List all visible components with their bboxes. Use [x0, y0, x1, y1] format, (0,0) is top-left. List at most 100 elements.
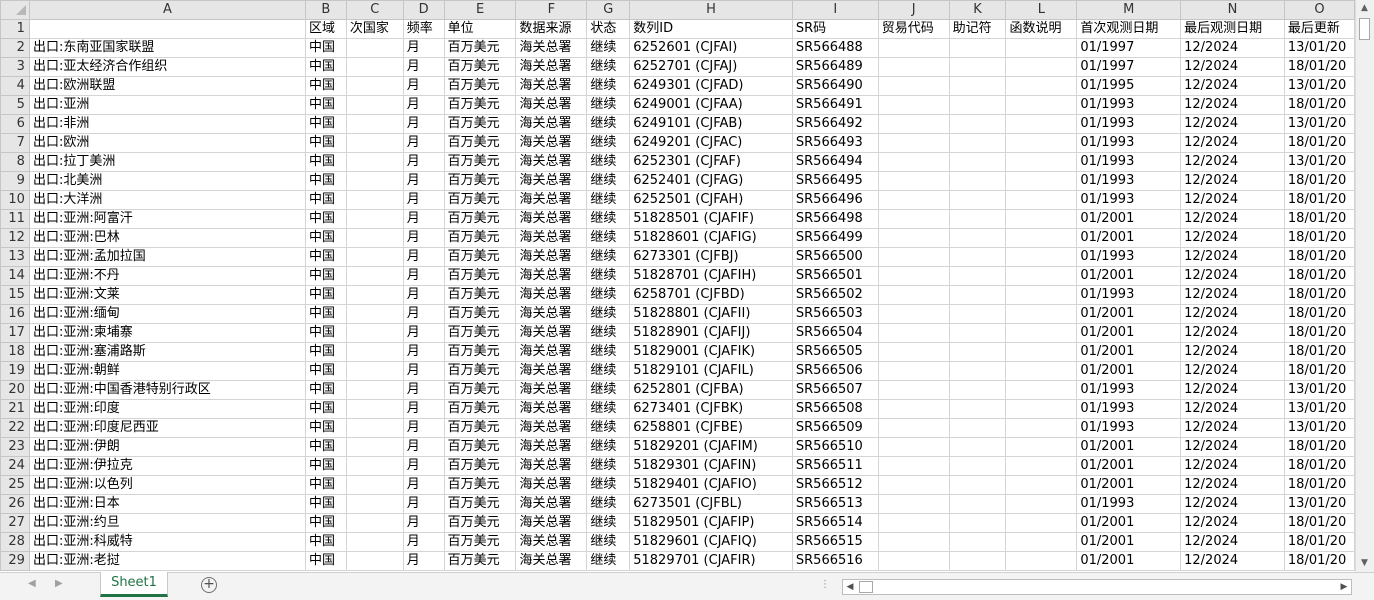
cell-o12[interactable]: 18/01/20 [1283, 228, 1355, 248]
cell-g2[interactable]: 继续 [586, 38, 631, 58]
cell-n15[interactable]: 12/2024 [1180, 285, 1285, 305]
cell-k16[interactable] [948, 304, 1007, 324]
column-header-g[interactable]: G [586, 0, 631, 20]
cell-g6[interactable]: 继续 [586, 114, 631, 134]
row-header[interactable]: 20 [0, 380, 30, 400]
cell-c10[interactable] [345, 190, 404, 210]
cell-n6[interactable]: 12/2024 [1180, 114, 1285, 134]
cell-n11[interactable]: 12/2024 [1180, 209, 1285, 229]
cell-g25[interactable]: 继续 [586, 475, 631, 495]
cell-o16[interactable]: 18/01/20 [1283, 304, 1355, 324]
column-header-b[interactable]: B [304, 0, 347, 20]
row-header[interactable]: 18 [0, 342, 30, 362]
cell-i4[interactable]: SR566490 [791, 76, 879, 96]
cell-f5[interactable]: 海关总署 [515, 95, 588, 115]
cell-o7[interactable]: 18/01/20 [1283, 133, 1355, 153]
row-header[interactable]: 8 [0, 152, 30, 172]
cell-c15[interactable] [345, 285, 404, 305]
cell-h22[interactable]: 6258801 (CJFBE) [629, 418, 793, 438]
cell-i21[interactable]: SR566508 [791, 399, 879, 419]
cell-j16[interactable] [877, 304, 950, 324]
cell-d18[interactable]: 月 [402, 342, 445, 362]
column-header-e[interactable]: E [443, 0, 517, 20]
row-header[interactable]: 19 [0, 361, 30, 381]
cell-f24[interactable]: 海关总署 [515, 456, 588, 476]
row-header[interactable]: 27 [0, 513, 30, 533]
cell-i6[interactable]: SR566492 [791, 114, 879, 134]
cell-n18[interactable]: 12/2024 [1180, 342, 1285, 362]
cell-o29[interactable]: 18/01/20 [1283, 551, 1355, 571]
cell-b25[interactable]: 中国 [304, 475, 347, 495]
cell-k21[interactable] [948, 399, 1007, 419]
cell-e9[interactable]: 百万美元 [443, 171, 517, 191]
cell-f20[interactable]: 海关总署 [515, 380, 588, 400]
cell-e22[interactable]: 百万美元 [443, 418, 517, 438]
cell-i5[interactable]: SR566491 [791, 95, 879, 115]
column-header-k[interactable]: K [948, 0, 1007, 20]
cell-f9[interactable]: 海关总署 [515, 171, 588, 191]
cell-l20[interactable] [1005, 380, 1078, 400]
cell-j10[interactable] [877, 190, 950, 210]
cell-m29[interactable]: 01/2001 [1076, 551, 1182, 571]
cell-a9[interactable]: 出口:北美洲 [28, 171, 306, 191]
cell-d23[interactable]: 月 [402, 437, 445, 457]
cell-f16[interactable]: 海关总署 [515, 304, 588, 324]
cell-l18[interactable] [1005, 342, 1078, 362]
cell-i14[interactable]: SR566501 [791, 266, 879, 286]
cell-o14[interactable]: 18/01/20 [1283, 266, 1355, 286]
cell-b21[interactable]: 中国 [304, 399, 347, 419]
cell-a11[interactable]: 出口:亚洲:阿富汗 [28, 209, 306, 229]
cell-i29[interactable]: SR566516 [791, 551, 879, 571]
cell-g1[interactable]: 状态 [586, 19, 631, 39]
cell-e6[interactable]: 百万美元 [443, 114, 517, 134]
cell-c13[interactable] [345, 247, 404, 267]
cell-i1[interactable]: SR码 [791, 19, 879, 39]
cell-d25[interactable]: 月 [402, 475, 445, 495]
cell-g8[interactable]: 继续 [586, 152, 631, 172]
cell-c14[interactable] [345, 266, 404, 286]
cell-m13[interactable]: 01/1993 [1076, 247, 1182, 267]
cell-e20[interactable]: 百万美元 [443, 380, 517, 400]
cell-a23[interactable]: 出口:亚洲:伊朗 [28, 437, 306, 457]
cell-j12[interactable] [877, 228, 950, 248]
cell-j6[interactable] [877, 114, 950, 134]
cell-d24[interactable]: 月 [402, 456, 445, 476]
cell-l5[interactable] [1005, 95, 1078, 115]
cell-c2[interactable] [345, 38, 404, 58]
cell-a24[interactable]: 出口:亚洲:伊拉克 [28, 456, 306, 476]
row-header[interactable]: 14 [0, 266, 30, 286]
cell-e13[interactable]: 百万美元 [443, 247, 517, 267]
cell-k7[interactable] [948, 133, 1007, 153]
cell-n8[interactable]: 12/2024 [1180, 152, 1285, 172]
cell-k8[interactable] [948, 152, 1007, 172]
cell-d22[interactable]: 月 [402, 418, 445, 438]
cell-k13[interactable] [948, 247, 1007, 267]
cell-h5[interactable]: 6249001 (CJFAA) [629, 95, 793, 115]
cell-k20[interactable] [948, 380, 1007, 400]
cell-b28[interactable]: 中国 [304, 532, 347, 552]
cell-m26[interactable]: 01/1993 [1076, 494, 1182, 514]
cell-l2[interactable] [1005, 38, 1078, 58]
cell-f4[interactable]: 海关总署 [515, 76, 588, 96]
row-header[interactable]: 6 [0, 114, 30, 134]
cell-h23[interactable]: 51829201 (CJAFIM) [629, 437, 793, 457]
cell-e26[interactable]: 百万美元 [443, 494, 517, 514]
row-header[interactable]: 7 [0, 133, 30, 153]
column-header-h[interactable]: H [629, 0, 793, 20]
cell-d11[interactable]: 月 [402, 209, 445, 229]
cell-m9[interactable]: 01/1993 [1076, 171, 1182, 191]
cell-e25[interactable]: 百万美元 [443, 475, 517, 495]
cell-g22[interactable]: 继续 [586, 418, 631, 438]
cell-l28[interactable] [1005, 532, 1078, 552]
cell-e21[interactable]: 百万美元 [443, 399, 517, 419]
cell-h2[interactable]: 6252601 (CJFAI) [629, 38, 793, 58]
cell-b17[interactable]: 中国 [304, 323, 347, 343]
cell-b9[interactable]: 中国 [304, 171, 347, 191]
cell-m12[interactable]: 01/2001 [1076, 228, 1182, 248]
cell-m22[interactable]: 01/1993 [1076, 418, 1182, 438]
cell-e14[interactable]: 百万美元 [443, 266, 517, 286]
cell-j21[interactable] [877, 399, 950, 419]
scroll-up-icon[interactable]: ▲ [1356, 0, 1373, 17]
cell-h24[interactable]: 51829301 (CJAFIN) [629, 456, 793, 476]
cell-i11[interactable]: SR566498 [791, 209, 879, 229]
